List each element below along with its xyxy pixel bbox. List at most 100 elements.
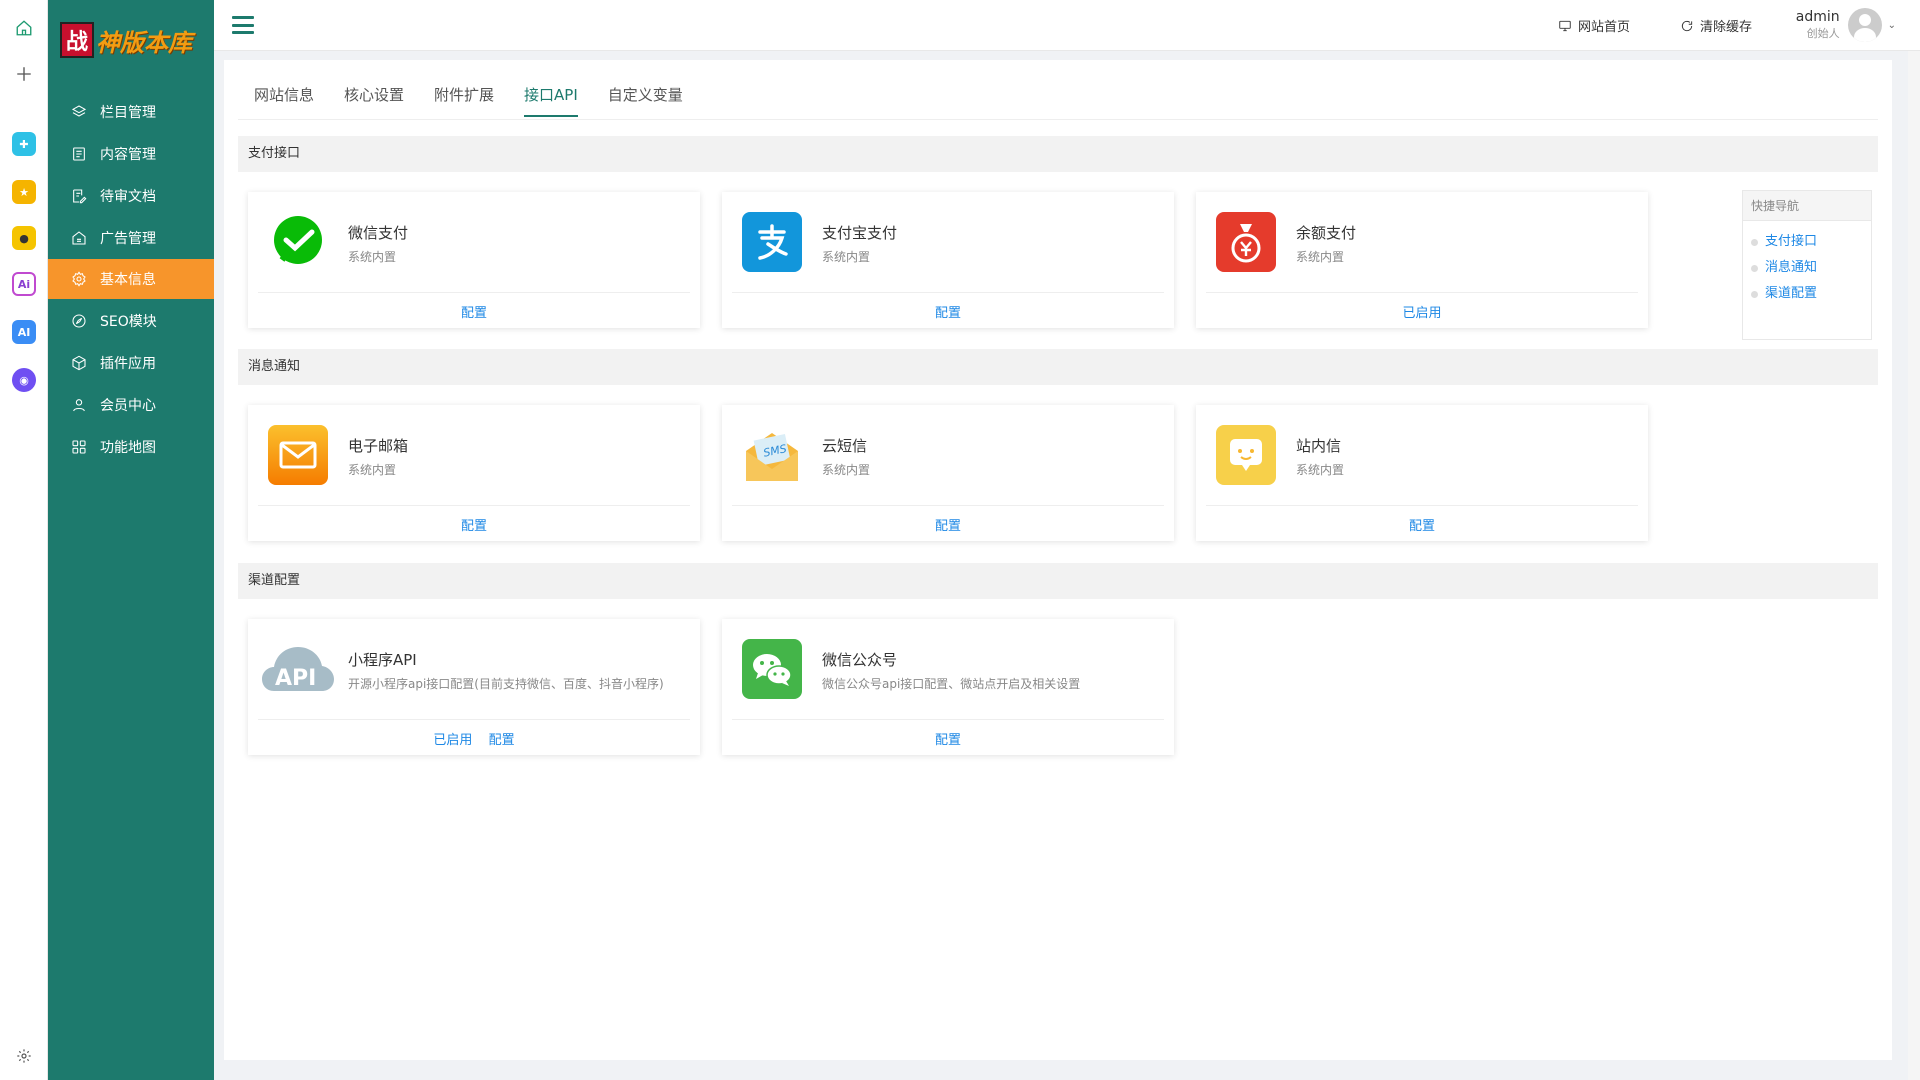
gear-icon (70, 270, 88, 288)
card-title: 微信支付 (348, 224, 409, 242)
site-home-link[interactable]: 网站首页 (1558, 16, 1630, 35)
quick-nav: 快捷导航 支付接口 消息通知 渠道配置 (1742, 190, 1872, 340)
tab-custom-vars[interactable]: 自定义变量 (608, 84, 683, 117)
refresh-icon (1681, 20, 1693, 31)
card-subtitle: 系统内置 (822, 463, 871, 477)
logo: 战 神版本库 (60, 20, 200, 60)
quick-nav-message[interactable]: 消息通知 (1743, 255, 1871, 281)
card-alipay: 支付宝支付 系统内置 配置 (722, 192, 1174, 328)
tab-api[interactable]: 接口API (524, 84, 578, 117)
chat-face-icon (1216, 425, 1276, 485)
card-inbox: 站内信 系统内置 配置 (1196, 405, 1648, 541)
card-title: 余额支付 (1296, 224, 1357, 242)
sidebar-item-map[interactable]: 功能地图 (48, 427, 214, 467)
user-name: admin (1795, 9, 1840, 25)
quick-nav-channel[interactable]: 渠道配置 (1743, 281, 1871, 307)
site-home-label: 网站首页 (1578, 20, 1631, 35)
quick-nav-title: 快捷导航 (1743, 191, 1871, 221)
clear-cache-link[interactable]: 清除缓存 (1680, 16, 1752, 35)
wechat-pay-icon (268, 212, 328, 272)
api-cloud-icon: API (260, 639, 336, 699)
tab-divider (238, 119, 1878, 120)
configure-link[interactable]: 配置 (461, 306, 487, 321)
money-bag-icon (1216, 212, 1276, 272)
enabled-link[interactable]: 已启用 (433, 733, 472, 748)
plus-icon[interactable] (12, 62, 36, 86)
configure-link[interactable]: 配置 (935, 733, 961, 748)
sidebar: 战 神版本库 栏目管理 内容管理 待审文档 广告管理 基本信息 SEO模块 插件… (48, 0, 214, 1080)
settings-icon[interactable] (12, 1044, 36, 1068)
ai-app-icon-2[interactable]: AI (12, 320, 36, 344)
clear-cache-label: 清除缓存 (1700, 20, 1753, 35)
edit-document-icon (70, 187, 88, 205)
grid-icon (70, 438, 88, 456)
compass-icon (70, 312, 88, 330)
card-subtitle: 系统内置 (1296, 463, 1345, 477)
sidebar-item-label: 基本信息 (100, 272, 156, 288)
sidebar-item-label: 内容管理 (100, 147, 156, 163)
configure-link[interactable]: 配置 (935, 519, 961, 534)
menu-toggle-icon[interactable] (232, 16, 254, 34)
sidebar-item-seo[interactable]: SEO模块 (48, 301, 214, 341)
tab-site-info[interactable]: 网站信息 (254, 84, 314, 117)
configure-link[interactable]: 配置 (461, 519, 487, 534)
ai-app-icon[interactable]: Ai (12, 272, 36, 296)
card-miniprogram-api: API 小程序API 开源小程序api接口配置(目前支持微信、百度、抖音小程序)… (248, 619, 700, 755)
sidebar-item-ads[interactable]: 广告管理 (48, 218, 214, 258)
sidebar-item-label: 待审文档 (100, 189, 156, 205)
card-title: 电子邮箱 (348, 437, 409, 455)
quick-nav-payment[interactable]: 支付接口 (1743, 229, 1871, 255)
sidebar-item-pending[interactable]: 待审文档 (48, 176, 214, 216)
tab-bar: 网站信息 核心设置 附件扩展 接口API 自定义变量 (254, 84, 713, 117)
bot-app-icon[interactable]: ● (12, 226, 36, 250)
configure-link[interactable]: 配置 (1409, 519, 1435, 534)
app-rail: ✚ ★ ● Ai AI ◉ (0, 0, 48, 1080)
section-payment: 支付接口 (238, 136, 1878, 172)
section-message: 消息通知 (238, 349, 1878, 385)
sidebar-item-content[interactable]: 内容管理 (48, 134, 214, 174)
wechat-icon (742, 639, 802, 699)
star-app-icon[interactable]: ★ (12, 180, 36, 204)
card-title: 云短信 (822, 437, 868, 455)
sidebar-item-label: 栏目管理 (100, 105, 156, 121)
card-wechat-pay: 微信支付 系统内置 配置 (248, 192, 700, 328)
card-subtitle: 系统内置 (822, 250, 871, 264)
scrollbar[interactable] (1908, 51, 1920, 1080)
home-icon[interactable] (12, 16, 36, 40)
chat-app-icon[interactable]: ◉ (12, 368, 36, 392)
card-balance-pay: 余额支付 系统内置 已启用 (1196, 192, 1648, 328)
configure-link[interactable]: 配置 (489, 733, 515, 748)
alipay-icon (742, 212, 802, 272)
card-title: 站内信 (1296, 437, 1342, 455)
card-title: 小程序API (348, 651, 417, 669)
enabled-link[interactable]: 已启用 (1402, 306, 1441, 321)
top-header: 网站首页 清除缓存 admin 创始人 ⌄ (214, 0, 1920, 51)
sidebar-item-plugins[interactable]: 插件应用 (48, 343, 214, 383)
user-menu[interactable]: admin 创始人 ⌄ (1796, 8, 1896, 42)
user-role: 创始人 (1806, 27, 1840, 40)
main-panel: 网站信息 核心设置 附件扩展 接口API 自定义变量 支付接口 微信支付 系统内… (224, 60, 1892, 1060)
app-icon-1[interactable]: ✚ (12, 132, 36, 156)
sidebar-item-label: 会员中心 (100, 398, 156, 414)
chevron-down-icon[interactable]: ⌄ (1888, 20, 1896, 31)
tab-attachments[interactable]: 附件扩展 (434, 84, 494, 117)
sidebar-item-label: 功能地图 (100, 440, 156, 456)
cube-icon (70, 354, 88, 372)
card-wechat-official: 微信公众号 微信公众号api接口配置、微站点开启及相关设置 配置 (722, 619, 1174, 755)
avatar[interactable] (1847, 8, 1882, 42)
card-subtitle: 微信公众号api接口配置、微站点开启及相关设置 (822, 677, 1081, 691)
sms-icon: SMS (742, 425, 802, 485)
sidebar-item-basic-info[interactable]: 基本信息 (48, 259, 214, 299)
sidebar-item-column[interactable]: 栏目管理 (48, 92, 214, 132)
ad-icon (70, 229, 88, 247)
configure-link[interactable]: 配置 (935, 306, 961, 321)
sidebar-item-label: 广告管理 (100, 231, 156, 247)
sidebar-item-label: SEO模块 (100, 314, 157, 330)
card-sms: SMS 云短信 系统内置 配置 (722, 405, 1174, 541)
tab-core-settings[interactable]: 核心设置 (344, 84, 404, 117)
sidebar-item-members[interactable]: 会员中心 (48, 385, 214, 425)
card-title: 支付宝支付 (822, 224, 898, 242)
card-subtitle: 系统内置 (348, 463, 397, 477)
mail-icon (268, 425, 328, 485)
document-icon (70, 145, 88, 163)
